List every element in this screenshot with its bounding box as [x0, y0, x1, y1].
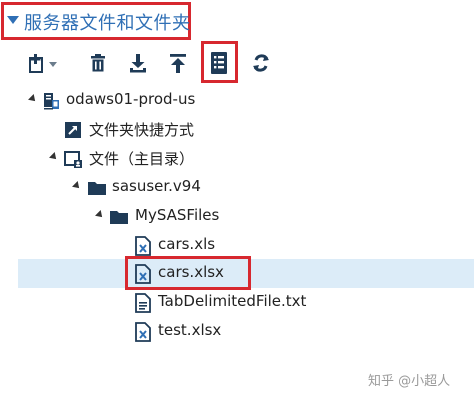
tree-node-label: 文件夹快捷方式	[89, 121, 195, 139]
tree-node-mysasfiles[interactable]: MySASFiles	[0, 202, 474, 231]
expand-arrow-icon[interactable]	[49, 152, 59, 162]
home-folder-icon	[64, 151, 82, 168]
expand-arrow-icon[interactable]	[95, 210, 105, 220]
tree-node-label: test.xlsx	[158, 321, 222, 339]
tree-node-folder-shortcuts[interactable]: 文件夹快捷方式	[0, 115, 474, 144]
tree-node-label: sasuser.v94	[112, 177, 201, 195]
collapse-triangle-icon[interactable]	[7, 16, 19, 24]
tree-node-server[interactable]: odaws01-prod-us	[0, 86, 474, 115]
download-button[interactable]	[125, 50, 151, 76]
watermark-text: 知乎 @小超人	[368, 374, 451, 389]
tree-node-label: TabDelimitedFile.txt	[158, 292, 307, 310]
tree-node-file[interactable]: TabDelimitedFile.txt	[0, 288, 474, 317]
delete-button[interactable]	[85, 50, 111, 76]
excel-file-icon	[135, 322, 151, 342]
upload-icon	[170, 54, 186, 73]
upload-button[interactable]	[165, 50, 191, 76]
tree-node-label: odaws01-prod-us	[66, 90, 196, 108]
tree-node-label: cars.xls	[158, 235, 216, 253]
text-file-icon	[135, 293, 151, 313]
trash-icon	[91, 54, 105, 72]
shortcut-icon	[65, 122, 81, 138]
refresh-icon	[253, 54, 269, 72]
tree-node-sasuser[interactable]: sasuser.v94	[0, 173, 474, 202]
server-icon	[44, 93, 59, 110]
panel-title: 服务器文件和文件夹	[24, 13, 191, 34]
excel-file-icon	[135, 236, 151, 256]
tree-node-label: MySASFiles	[135, 206, 220, 224]
panel-header[interactable]: 服务器文件和文件夹	[0, 0, 474, 44]
refresh-button[interactable]	[248, 50, 274, 76]
toolbar-highlight-box	[201, 41, 238, 83]
tree-node-file[interactable]: test.xlsx	[0, 317, 474, 346]
tree-node-home[interactable]: 文件（主目录）	[0, 144, 474, 173]
tree-node-label: 文件（主目录）	[89, 150, 195, 168]
expand-arrow-icon[interactable]	[28, 94, 38, 104]
new-button[interactable]	[24, 50, 64, 76]
server-files-panel: 服务器文件和文件夹 odaws01-prod-us 文件夹快捷方式 文件（主目录…	[0, 0, 474, 403]
folder-icon	[88, 182, 106, 195]
download-icon	[130, 54, 146, 73]
new-item-icon	[29, 54, 57, 73]
folder-icon	[110, 211, 128, 224]
expand-arrow-icon[interactable]	[72, 181, 82, 191]
file-highlight-box	[125, 256, 251, 290]
